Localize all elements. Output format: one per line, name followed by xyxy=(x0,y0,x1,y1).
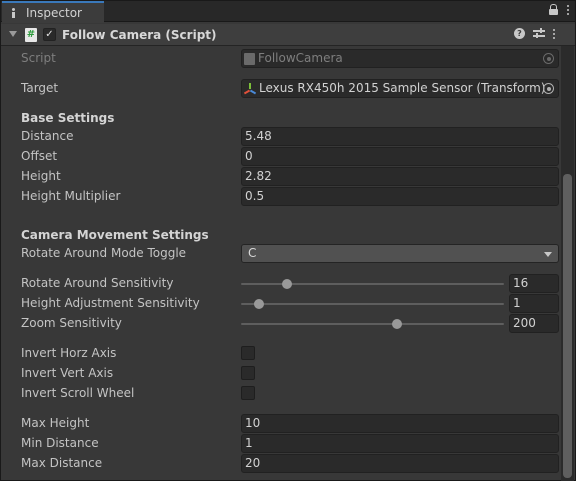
component-menu-icon[interactable] xyxy=(553,28,555,39)
min-distance-label: Min Distance xyxy=(21,436,99,450)
distance-input[interactable]: 5.48 xyxy=(241,127,559,146)
rotate-mode-value: C xyxy=(248,246,257,260)
height-label: Height xyxy=(21,169,61,183)
max-distance-row: Max Distance 20 xyxy=(1,454,559,474)
presets-icon[interactable] xyxy=(533,28,545,39)
rotate-sensitivity-input[interactable]: 16 xyxy=(509,274,559,293)
lock-icon[interactable] xyxy=(549,4,558,16)
transform-icon xyxy=(243,82,257,95)
script-label: Script xyxy=(21,51,56,65)
tab-bar: Inspector xyxy=(1,1,575,23)
invert-scroll-label: Invert Scroll Wheel xyxy=(21,386,135,400)
rotate-mode-label: Rotate Around Mode Toggle xyxy=(21,246,187,260)
height-multiplier-row: Height Multiplier 0.5 xyxy=(1,187,559,207)
invert-scroll-row: Invert Scroll Wheel xyxy=(1,384,559,404)
script-field: FollowCamera xyxy=(241,49,559,68)
vertical-scrollbar[interactable] xyxy=(561,46,574,481)
invert-vert-row: Invert Vert Axis xyxy=(1,364,559,384)
max-height-input[interactable]: 10 xyxy=(241,414,559,433)
invert-horz-label: Invert Horz Axis xyxy=(21,346,117,360)
chevron-down-icon xyxy=(544,252,552,257)
height-input[interactable]: 2.82 xyxy=(241,167,559,186)
object-picker-icon[interactable] xyxy=(543,83,554,94)
height-sensitivity-row: Height Adjustment Sensitivity 1 xyxy=(1,294,559,314)
invert-vert-checkbox[interactable] xyxy=(241,366,255,380)
zoom-sensitivity-label: Zoom Sensitivity xyxy=(21,316,122,330)
invert-horz-row: Invert Horz Axis xyxy=(1,344,559,364)
component-actions: ? xyxy=(514,28,555,39)
object-picker-icon xyxy=(543,53,554,64)
target-label: Target xyxy=(21,81,59,95)
min-distance-row: Min Distance 1 xyxy=(1,434,559,454)
max-height-row: Max Height 10 xyxy=(1,414,559,434)
info-icon xyxy=(8,7,20,19)
target-field[interactable]: Lexus RX450h 2015 Sample Sensor (Transfo… xyxy=(241,79,559,98)
height-sensitivity-label: Height Adjustment Sensitivity xyxy=(21,296,200,310)
scrollbar-thumb[interactable] xyxy=(563,174,572,478)
rotate-mode-row: Rotate Around Mode Toggle C xyxy=(1,244,559,264)
zoom-sensitivity-row: Zoom Sensitivity 200 xyxy=(1,314,559,334)
target-value: Lexus RX450h 2015 Sample Sensor (Transfo… xyxy=(259,81,546,95)
max-distance-label: Max Distance xyxy=(21,456,103,470)
invert-scroll-checkbox[interactable] xyxy=(241,386,255,400)
component-header[interactable]: # ✓ Follow Camera (Script) ? xyxy=(1,24,575,46)
invert-horz-checkbox[interactable] xyxy=(241,346,255,360)
tab-inspector[interactable]: Inspector xyxy=(2,1,104,23)
height-row: Height 2.82 xyxy=(1,167,559,187)
inspector-window: Inspector # ✓ Follow Camera (Script) ? S… xyxy=(0,0,576,481)
distance-row: Distance 5.48 xyxy=(1,127,559,147)
rotate-sensitivity-slider-thumb[interactable] xyxy=(282,279,293,289)
base-settings-header: Base Settings xyxy=(21,111,115,125)
script-value: FollowCamera xyxy=(258,51,343,65)
zoom-sensitivity-slider-thumb[interactable] xyxy=(392,319,403,329)
more-menu-icon[interactable] xyxy=(567,4,569,16)
max-height-label: Max Height xyxy=(21,416,90,430)
min-distance-input[interactable]: 1 xyxy=(241,434,559,453)
rotate-sensitivity-label: Rotate Around Sensitivity xyxy=(21,276,174,290)
height-multiplier-input[interactable]: 0.5 xyxy=(241,187,559,206)
distance-label: Distance xyxy=(21,129,74,143)
tab-label: Inspector xyxy=(26,6,82,20)
component-title: Follow Camera (Script) xyxy=(62,28,217,42)
camera-movement-header: Camera Movement Settings xyxy=(21,228,209,242)
script-icon: # xyxy=(25,28,37,42)
component-enabled-checkbox[interactable]: ✓ xyxy=(43,28,56,41)
help-icon[interactable]: ? xyxy=(514,28,525,39)
offset-input[interactable]: 0 xyxy=(241,147,559,166)
rotate-sensitivity-slider-track[interactable] xyxy=(241,283,504,285)
max-distance-input[interactable]: 20 xyxy=(241,454,559,473)
height-sensitivity-slider-thumb[interactable] xyxy=(254,299,265,309)
zoom-sensitivity-slider-track[interactable] xyxy=(241,323,504,325)
zoom-sensitivity-input[interactable]: 200 xyxy=(509,314,559,333)
csharp-script-icon xyxy=(244,52,255,65)
offset-row: Offset 0 xyxy=(1,147,559,167)
offset-label: Offset xyxy=(21,149,58,163)
tab-actions xyxy=(549,4,569,16)
rotate-mode-dropdown[interactable]: C xyxy=(241,244,559,263)
foldout-arrow-icon[interactable] xyxy=(9,31,17,37)
height-sensitivity-slider-track[interactable] xyxy=(241,303,504,305)
height-multiplier-label: Height Multiplier xyxy=(21,189,121,203)
invert-vert-label: Invert Vert Axis xyxy=(21,366,114,380)
height-sensitivity-input[interactable]: 1 xyxy=(509,294,559,313)
rotate-sensitivity-row: Rotate Around Sensitivity 16 xyxy=(1,274,559,294)
script-row: Script FollowCamera xyxy=(1,49,559,69)
target-row: Target Lexus RX450h 2015 Sample Sensor (… xyxy=(1,79,559,99)
